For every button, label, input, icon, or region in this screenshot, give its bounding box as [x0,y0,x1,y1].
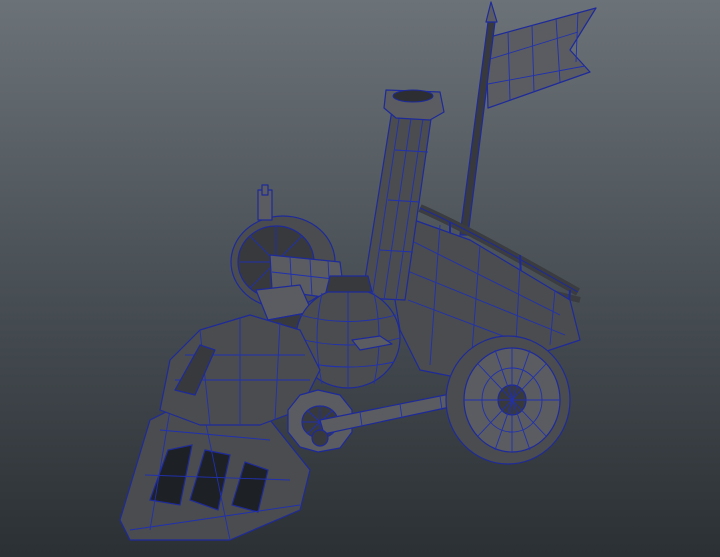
flag[interactable] [459,1,597,236]
hub-cap [311,429,329,447]
maya-3d-viewport[interactable] [0,0,720,557]
flag-pole-tip [485,1,498,23]
flag-pole [459,21,496,236]
flag-cloth [485,7,597,109]
right-rear-wheel[interactable] [445,335,571,465]
steam-cannon-cart-model[interactable] [0,0,720,557]
